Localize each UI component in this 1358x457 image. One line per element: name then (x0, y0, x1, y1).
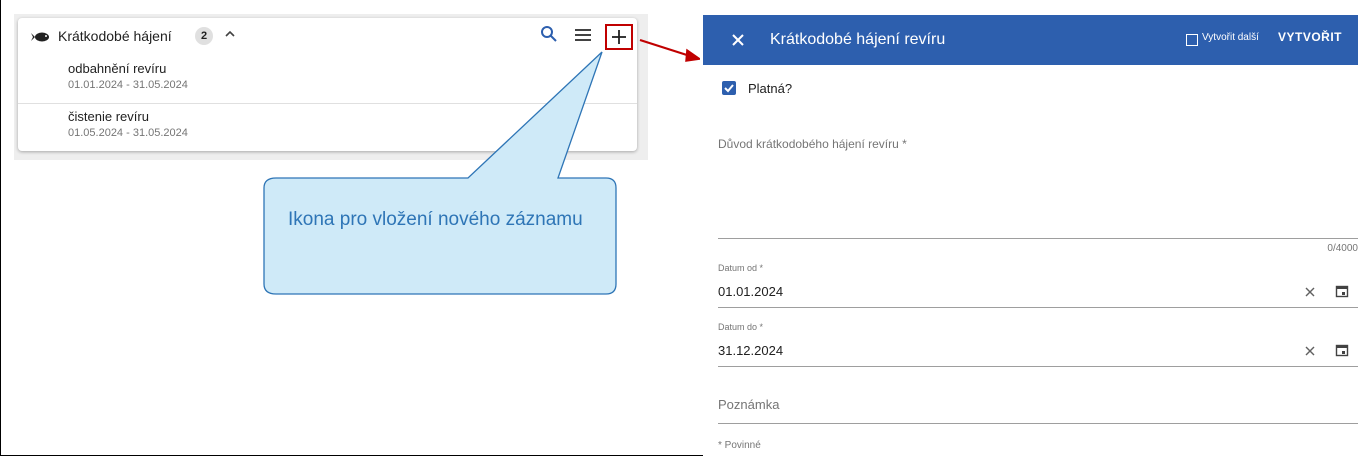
dialog-header: Krátkodobé hájení revíru Vytvořit další … (703, 15, 1358, 65)
create-another-label[interactable]: Vytvořit další (1202, 32, 1259, 43)
date-to-label: Datum do * (718, 322, 764, 332)
create-dialog: Krátkodobé hájení revíru Vytvořit další … (703, 0, 1358, 457)
date-from-label: Datum od * (718, 263, 764, 273)
clear-date-to-icon[interactable] (1304, 345, 1316, 357)
note-field[interactable]: Poznámka (718, 397, 779, 412)
required-note: * Povinné (718, 440, 761, 451)
pointer-arrow (639, 38, 691, 58)
clear-date-from-icon[interactable] (1304, 286, 1316, 298)
create-button[interactable]: VYTVOŘIT (1278, 30, 1342, 44)
callout-text: Ikona pro vložení nového záznamu (288, 209, 583, 230)
check-icon (724, 84, 734, 93)
create-another-checkbox[interactable] (1186, 34, 1198, 46)
reason-counter: 0/4000 (1327, 243, 1358, 254)
close-icon[interactable] (730, 32, 746, 48)
reason-field[interactable]: Důvod krátkodobého hájení revíru * (718, 137, 907, 151)
date-from-underline (718, 307, 1358, 308)
date-to-underline (718, 366, 1358, 367)
calendar-from-icon[interactable] (1335, 284, 1349, 298)
date-from-field[interactable]: 01.01.2024 (718, 284, 783, 299)
note-underline (718, 423, 1358, 424)
valid-label: Platná? (748, 81, 793, 96)
reason-underline (718, 238, 1358, 239)
calendar-to-icon[interactable] (1335, 343, 1349, 357)
date-to-field[interactable]: 31.12.2024 (718, 343, 783, 358)
dialog-title: Krátkodobé hájení revíru (770, 31, 946, 48)
valid-checkbox[interactable] (722, 81, 736, 95)
